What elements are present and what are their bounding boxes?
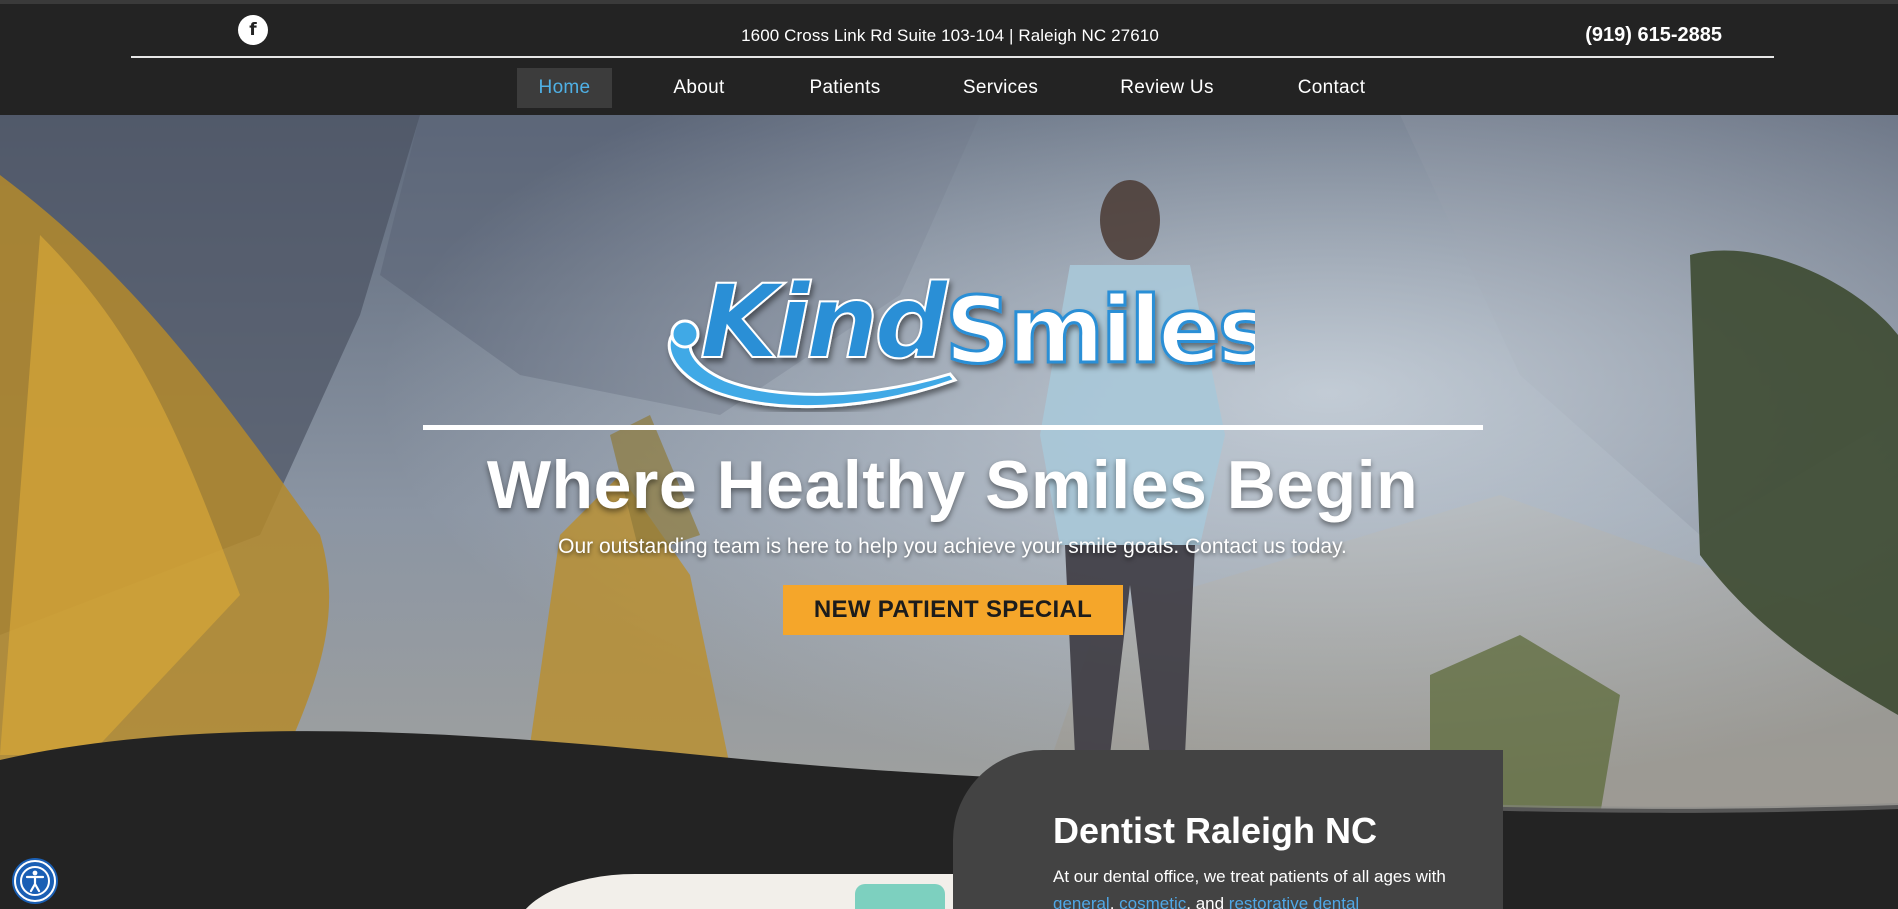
link-cosmetic[interactable]: cosmetic — [1119, 894, 1186, 909]
svg-text:Smiles: Smiles — [945, 277, 1255, 384]
facebook-icon[interactable]: f — [238, 15, 268, 45]
nav-review-us[interactable]: Review Us — [1097, 68, 1237, 108]
intro-text: At our dental office, we treat patients … — [1053, 863, 1473, 909]
hero-section: Kind Smiles Where Healthy Smiles Begin O… — [0, 115, 1898, 909]
intro-title: Dentist Raleigh NC — [1053, 810, 1378, 851]
photo-detail — [855, 884, 945, 909]
nav-patients[interactable]: Patients — [786, 68, 904, 108]
kindsmiles-logo: Kind Smiles — [667, 262, 1255, 409]
svg-text:Kind: Kind — [700, 263, 949, 382]
hero-divider — [423, 425, 1483, 430]
nav-about[interactable]: About — [652, 68, 746, 108]
accessibility-icon[interactable] — [14, 860, 56, 902]
link-general[interactable]: general — [1053, 894, 1110, 909]
office-photo — [515, 874, 998, 909]
phone-number[interactable]: (919) 615-2885 — [1585, 24, 1722, 47]
intro-sep-2: , and — [1186, 894, 1229, 909]
accessibility-figure-icon — [20, 866, 50, 896]
address-text: 1600 Cross Link Rd Suite 103-104 | Ralei… — [741, 26, 1159, 45]
new-patient-special-button[interactable]: NEW PATIENT SPECIAL — [783, 585, 1123, 635]
nav-contact[interactable]: Contact — [1277, 68, 1386, 108]
intro-text-start: At our dental office, we treat patients … — [1053, 867, 1446, 886]
main-nav: Home About Patients Services Review Us C… — [0, 68, 1898, 108]
nav-services[interactable]: Services — [944, 68, 1057, 108]
site-header: f 1600 Cross Link Rd Suite 103-104 | Ral… — [0, 4, 1898, 115]
link-restorative-dental[interactable]: restorative dental — [1229, 894, 1359, 909]
intro-sep-1: , — [1109, 894, 1120, 909]
hero-subline: Our outstanding team is here to help you… — [558, 535, 1347, 558]
header-divider — [131, 56, 1774, 58]
nav-home[interactable]: Home — [517, 68, 612, 108]
hero-headline: Where Healthy Smiles Begin — [486, 447, 1419, 523]
